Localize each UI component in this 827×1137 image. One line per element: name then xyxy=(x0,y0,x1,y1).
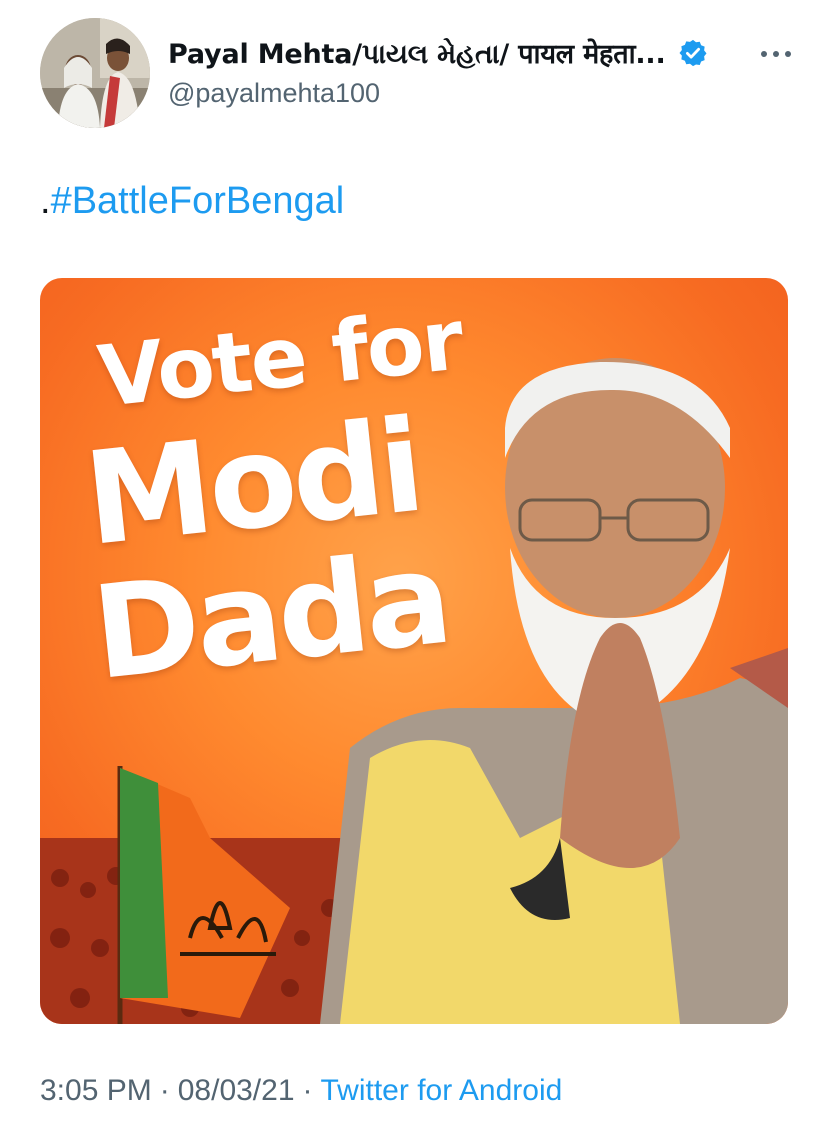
user-handle[interactable]: @payalmehta100 xyxy=(168,78,380,109)
tweet-source-link[interactable]: Twitter for Android xyxy=(321,1074,563,1107)
tweet-time[interactable]: 3:05 PM xyxy=(40,1074,152,1107)
tweet-header: Payal Mehta/પાયલ મેહતા/ पायल मेहता... @p… xyxy=(40,18,800,130)
tweet-text: .#BattleForBengal xyxy=(40,180,344,223)
tweet-prefix: . xyxy=(40,180,51,222)
avatar[interactable] xyxy=(40,18,150,128)
avatar-image xyxy=(40,18,150,128)
separator: · xyxy=(159,1074,170,1107)
separator: · xyxy=(302,1074,313,1107)
tweet-media-image[interactable]: Vote for Modi Dada xyxy=(40,278,788,1024)
name-row: Payal Mehta/પાયલ મેહતા/ पायल मेहता... xyxy=(168,34,708,71)
more-dots-icon[interactable] xyxy=(756,44,796,64)
tweet-footer: 3:05 PM · 08/03/21 · Twitter for Android xyxy=(40,1074,562,1108)
tweet-date[interactable]: 08/03/21 xyxy=(178,1074,295,1107)
verified-check-icon xyxy=(679,39,707,66)
hashtag-link[interactable]: #BattleForBengal xyxy=(51,180,345,222)
display-name[interactable]: Payal Mehta/પાયલ મેહતા/ पायल मेहता... xyxy=(168,34,666,71)
